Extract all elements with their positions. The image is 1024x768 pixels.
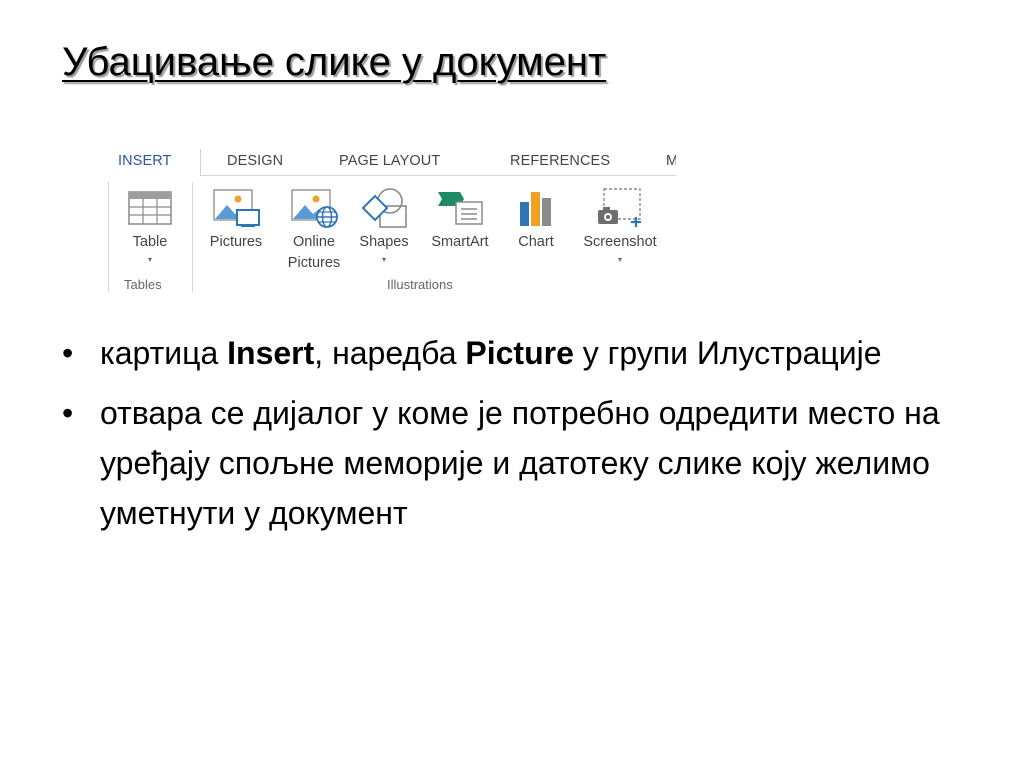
- smartart-icon: [438, 192, 483, 225]
- pictures-icon: [213, 189, 260, 227]
- online-pictures-label-line2: Pictures: [287, 255, 341, 271]
- ribbon-tabs: INSERT DESIGN PAGE LAYOUT REFERENCES M: [108, 146, 676, 176]
- chart-button[interactable]: Chart: [508, 184, 564, 253]
- table-icon: [128, 191, 172, 225]
- bullet-item: • картица Insert, наредба Picture у груп…: [60, 328, 980, 378]
- shapes-button[interactable]: Shapes ▾: [352, 184, 416, 265]
- table-button[interactable]: Table ▾: [122, 184, 178, 265]
- screenshot-dropdown-caret: ▾: [617, 255, 622, 264]
- bold-term-insert: Insert: [227, 335, 315, 371]
- tab-underline: [200, 175, 676, 176]
- tab-page-layout[interactable]: PAGE LAYOUT: [339, 153, 440, 169]
- table-dropdown-caret: ▾: [147, 255, 152, 264]
- shapes-label: Shapes: [359, 234, 409, 250]
- tab-insert[interactable]: INSERT: [118, 153, 172, 169]
- tab-mailings[interactable]: M: [666, 153, 676, 169]
- group-separator: [192, 182, 193, 292]
- smartart-label: SmartArt: [431, 234, 489, 250]
- bullet-text: отвара се дијалог у коме је потребно одр…: [100, 395, 940, 531]
- pictures-label: Pictures: [209, 234, 263, 250]
- tab-separator: [200, 149, 201, 175]
- online-pictures-icon: [291, 189, 338, 228]
- online-pictures-button[interactable]: Online Pictures: [280, 184, 348, 274]
- chart-icon: [520, 192, 551, 226]
- smartart-button[interactable]: SmartArt: [420, 184, 500, 253]
- bold-term-picture: Picture: [465, 335, 574, 371]
- group-label-tables: Tables: [124, 277, 162, 292]
- ribbon-left-edge: [108, 182, 109, 292]
- shapes-dropdown-caret: ▾: [381, 255, 386, 264]
- bullet-item: • отвара се дијалог у коме је потребно о…: [60, 388, 980, 538]
- screenshot-button[interactable]: Screenshot ▾: [570, 184, 670, 265]
- tab-references[interactable]: REFERENCES: [510, 153, 610, 169]
- group-label-illustrations: Illustrations: [387, 277, 453, 292]
- bullet-list: • картица Insert, наредба Picture у груп…: [60, 328, 980, 548]
- tab-design[interactable]: DESIGN: [227, 153, 283, 169]
- screenshot-label: Screenshot: [583, 234, 657, 250]
- bullet-glyph: •: [62, 395, 74, 431]
- shapes-icon: [361, 188, 407, 228]
- slide-title: Убацивање слике у документ: [62, 40, 607, 84]
- chart-label: Chart: [518, 234, 554, 250]
- table-label: Table: [132, 234, 168, 250]
- online-pictures-label-line1: Online: [293, 234, 335, 250]
- bullet-glyph: •: [62, 335, 74, 371]
- pictures-button[interactable]: Pictures: [200, 184, 272, 253]
- ribbon-screenshot: INSERT DESIGN PAGE LAYOUT REFERENCES M T…: [108, 146, 676, 296]
- bullet-text: картица Insert, наредба Picture у групи …: [100, 335, 882, 371]
- screenshot-icon: [598, 188, 641, 227]
